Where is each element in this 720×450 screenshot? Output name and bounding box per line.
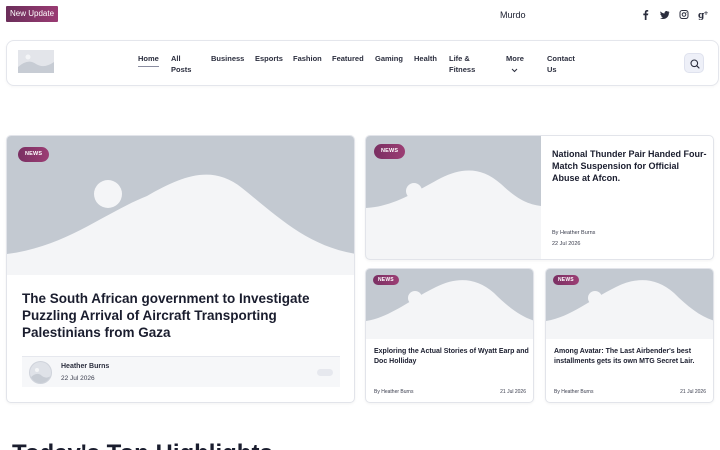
side-post-title[interactable]: National Thunder Pair Handed Four-Match …: [552, 148, 707, 184]
twitter-icon[interactable]: [660, 9, 670, 20]
search-icon: [690, 59, 700, 69]
search-button[interactable]: [684, 53, 704, 73]
category-badge[interactable]: NEWS: [373, 275, 399, 285]
small-post-title[interactable]: Exploring the Actual Stories of Wyatt Ea…: [374, 347, 529, 366]
small-post-card[interactable]: NEWS Exploring the Actual Stories of Wya…: [365, 268, 534, 403]
nav-item-more[interactable]: More: [506, 53, 524, 75]
small-post-author[interactable]: By Heather Burns: [374, 389, 413, 395]
svg-text:+: +: [704, 10, 709, 17]
nav-item-home[interactable]: Home: [138, 53, 159, 67]
small-post-title[interactable]: Among Avatar: The Last Airbender's best …: [554, 347, 709, 366]
news-ticker[interactable]: Murdoch: [500, 10, 526, 20]
nav-item-more-label: More: [506, 54, 524, 63]
new-update-label: New Update: [6, 6, 59, 22]
social-links: g +: [641, 9, 709, 21]
section-heading: Today's Top Highlights: [12, 440, 273, 450]
site-header: Home All Posts Business Esports Fashion …: [6, 40, 719, 86]
nav-item-business[interactable]: Business: [211, 53, 244, 64]
facebook-icon[interactable]: [641, 9, 650, 20]
chevron-down-icon: [511, 68, 518, 72]
author-name[interactable]: Heather Burns: [61, 363, 109, 370]
instagram-icon[interactable]: [679, 9, 689, 20]
post-date: 22 Jul 2026: [61, 375, 95, 382]
featured-post-card[interactable]: NEWS The South African government to Inv…: [6, 135, 355, 403]
author-box: Heather Burns 22 Jul 2026: [22, 356, 340, 387]
nav-item-esports[interactable]: Esports: [255, 53, 283, 64]
category-badge[interactable]: NEWS: [553, 275, 579, 285]
nav-item-life-fitness[interactable]: Life & Fitness: [449, 53, 485, 75]
small-post-author[interactable]: By Heather Burns: [554, 389, 593, 395]
nav-item-all-posts[interactable]: All Posts: [171, 53, 201, 75]
google-plus-icon[interactable]: g +: [698, 9, 709, 21]
author-avatar[interactable]: [29, 361, 52, 384]
nav-item-contact-us[interactable]: Contact Us: [547, 53, 579, 75]
nav-item-gaming[interactable]: Gaming: [375, 53, 403, 64]
featured-post-title[interactable]: The South African government to Investig…: [22, 290, 342, 341]
small-post-date: 21 Jul 2026: [680, 389, 706, 395]
nav-item-fashion[interactable]: Fashion: [293, 53, 322, 64]
featured-post-image: [7, 136, 354, 275]
side-post-card[interactable]: NEWS National Thunder Pair Handed Four-M…: [365, 135, 714, 260]
top-bar: New Update Murdoch g+: [0, 0, 720, 30]
category-badge[interactable]: NEWS: [374, 144, 406, 159]
side-post-author[interactable]: By Heather Burns: [552, 230, 595, 236]
nav-item-featured[interactable]: Featured: [332, 53, 364, 64]
small-post-date: 21 Jul 2026: [500, 389, 526, 395]
small-post-card[interactable]: NEWS Among Avatar: The Last Airbender's …: [545, 268, 714, 403]
category-badge[interactable]: NEWS: [18, 147, 50, 162]
nav-item-health[interactable]: Health: [414, 53, 437, 64]
side-post-date: 22 Jul 2026: [552, 241, 581, 247]
comment-count-pill[interactable]: [317, 369, 333, 376]
site-logo[interactable]: [18, 50, 54, 73]
